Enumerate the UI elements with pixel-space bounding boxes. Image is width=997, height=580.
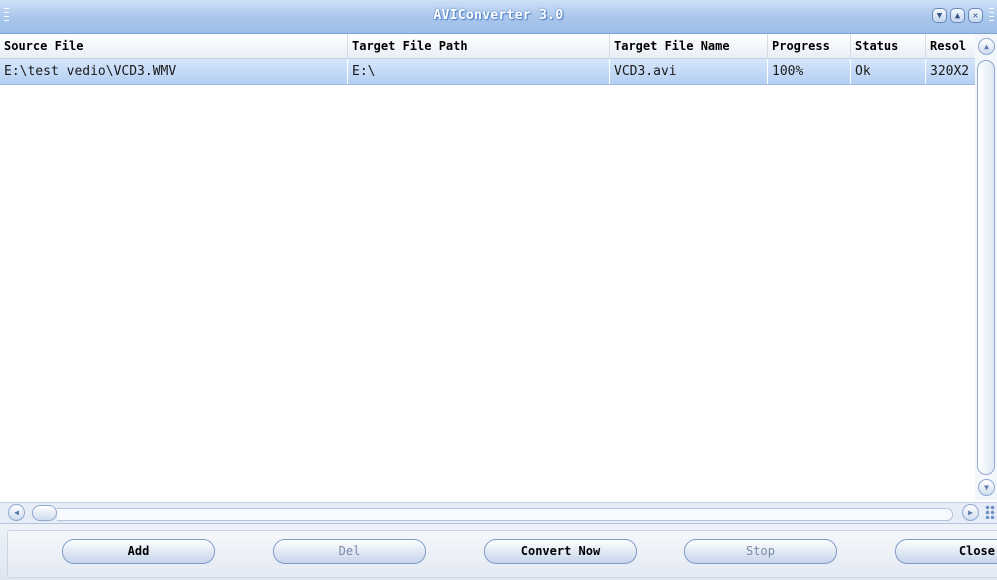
add-button[interactable]: Add xyxy=(62,539,215,564)
del-button[interactable]: Del xyxy=(273,539,426,564)
horizontal-scroll-thumb[interactable] xyxy=(32,505,57,521)
cell-source-file: E:\test vedio\VCD3.WMV xyxy=(0,59,348,84)
column-resolution[interactable]: Resol xyxy=(926,34,975,58)
stop-button[interactable]: Stop xyxy=(684,539,837,564)
column-target-file-path[interactable]: Target File Path xyxy=(348,34,610,58)
convert-now-button[interactable]: Convert Now xyxy=(484,539,637,564)
window-title: AVIConverter 3.0 xyxy=(433,8,564,23)
resize-grip-icon[interactable] xyxy=(985,505,996,519)
minimize-icon[interactable]: ▼ xyxy=(932,8,947,23)
table-row[interactable]: E:\test vedio\VCD3.WMV E:\ VCD3.avi 100%… xyxy=(0,59,975,85)
column-source-file[interactable]: Source File xyxy=(0,34,348,58)
scroll-down-icon[interactable]: ▼ xyxy=(978,479,995,496)
vertical-scrollbar[interactable]: ▲ ▼ xyxy=(975,34,997,500)
cell-progress: 100% xyxy=(768,59,851,84)
cell-target-file-path: E:\ xyxy=(348,59,610,84)
column-progress[interactable]: Progress xyxy=(768,34,851,58)
scroll-right-icon[interactable]: ▶ xyxy=(962,504,979,521)
file-list[interactable]: E:\test vedio\VCD3.WMV E:\ VCD3.avi 100%… xyxy=(0,58,975,498)
horizontal-scroll-track[interactable] xyxy=(57,508,953,521)
close-button[interactable]: Close xyxy=(895,539,997,564)
right-grip-icon xyxy=(989,8,994,24)
cell-status: Ok xyxy=(851,59,926,84)
cell-target-file-name: VCD3.avi xyxy=(610,59,768,84)
column-status[interactable]: Status xyxy=(851,34,926,58)
file-list-header: Source File Target File Path Target File… xyxy=(0,34,975,59)
maximize-icon[interactable]: ▲ xyxy=(950,8,965,23)
scroll-left-icon[interactable]: ◀ xyxy=(8,504,25,521)
column-target-file-name[interactable]: Target File Name xyxy=(610,34,768,58)
title-bar[interactable]: AVIConverter 3.0 ▼ ▲ ✕ xyxy=(0,0,997,34)
button-bar: Add Del Convert Now Stop Close xyxy=(0,523,997,580)
horizontal-scrollbar[interactable]: ◀ ▶ xyxy=(0,502,997,523)
scroll-up-icon[interactable]: ▲ xyxy=(978,38,995,55)
cell-resolution: 320X2 xyxy=(930,64,970,79)
vertical-scroll-thumb[interactable] xyxy=(977,60,995,475)
close-icon[interactable]: ✕ xyxy=(968,8,983,23)
